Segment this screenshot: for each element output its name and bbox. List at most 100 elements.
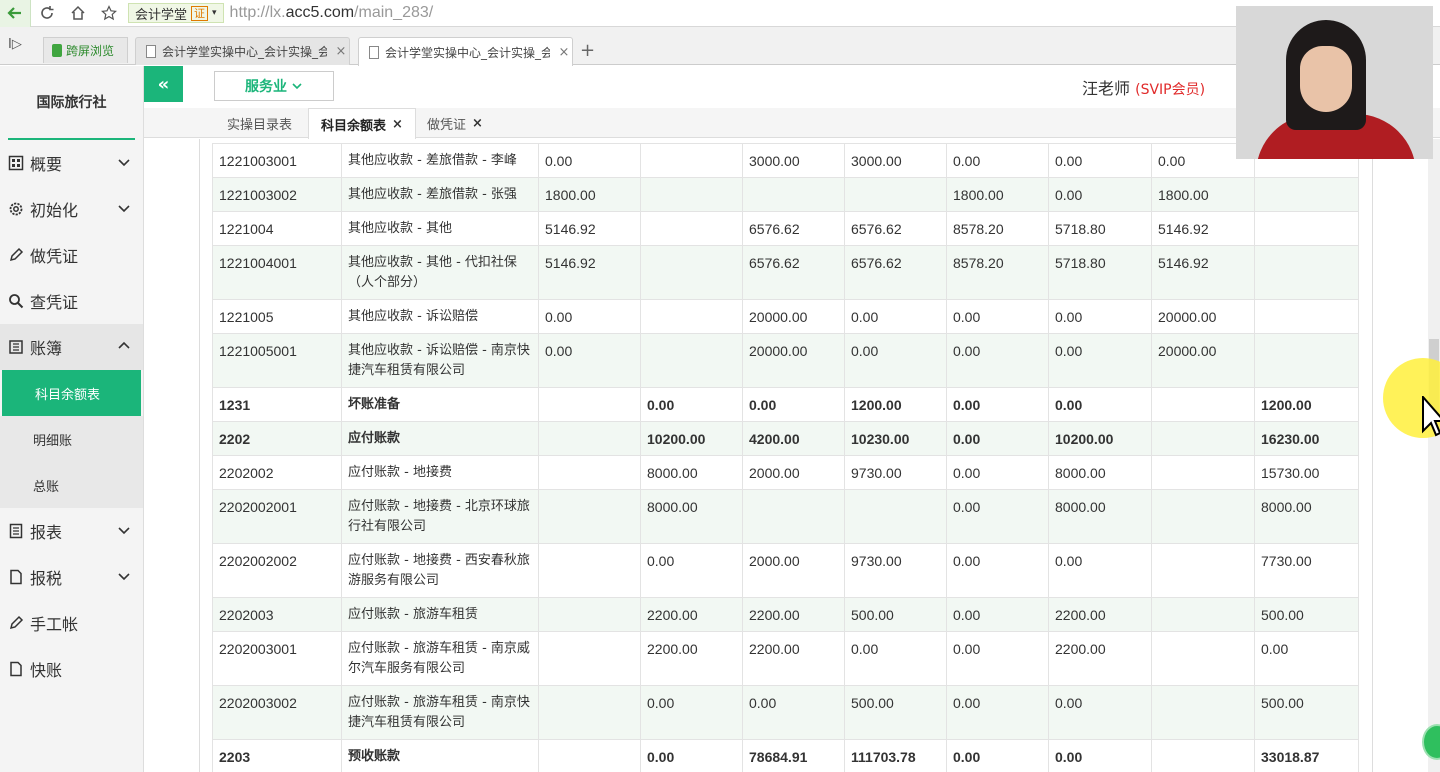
table-row[interactable]: 2202003 应付账款 - 旅游车租赁 2200.00 2200.00 500.00 0… [212,597,1359,632]
amount-cell [1254,177,1359,212]
collapse-sidebar-button[interactable]: « [144,66,183,102]
tab-balance-sheet[interactable]: 科目余额表 × [308,108,416,139]
chevron-down-icon [118,527,130,535]
amount-cell [1151,455,1255,490]
sidebar-item-tax[interactable]: 报税 [0,554,143,600]
table-row[interactable]: 1221003001 其他应收款 - 差旅借款 - 李峰 0.00 3000.00 30… [212,143,1359,178]
sidebar-item-overview[interactable]: 概要 [0,140,143,186]
industry-select[interactable]: 服务业 [214,71,334,101]
close-icon[interactable]: × [472,116,483,131]
amount-cell [742,489,845,544]
table-row[interactable]: 2203 预收账款 0.00 78684.91 111703.78 0.00 0.00 330… [212,739,1359,772]
tab-title: 会计学堂实操中心_会计实操_会计 [162,45,327,59]
amount-cell: 0.00 [946,597,1049,632]
table-row[interactable]: 1221004001 其他应收款 - 其他 - 代扣社保（人个部分） 5146.92… [212,245,1359,300]
table-row[interactable]: 1221005001 其他应收款 - 诉讼赔偿 - 南京快捷汽车租赁有限公司 0.0… [212,333,1359,388]
refresh-icon[interactable] [31,0,62,27]
sidebar-subitem-general-ledger[interactable]: 总账 [0,462,143,508]
amount-cell: 0.00 [538,299,641,334]
browser-tab-2[interactable]: 会计学堂实操中心_会计实操_会 × [358,37,573,66]
amount-cell [538,421,641,456]
close-icon[interactable]: × [556,45,572,60]
account-code: 1221005001 [212,333,342,388]
table-row[interactable]: 2202002 应付账款 - 地接费 8000.00 2000.00 9730.00 0.… [212,455,1359,490]
amount-cell: 1800.00 [946,177,1049,212]
url-field[interactable]: http://lx.acc5.com/main_283/ [230,4,434,22]
amount-cell: 0.00 [1048,739,1152,772]
user-name: 汪老师 [1082,79,1131,98]
browser-tab-1[interactable]: 会计学堂实操中心_会计实操_会计 × [135,37,350,65]
amount-cell: 5718.80 [1048,245,1152,300]
amount-cell: 15730.00 [1254,455,1359,490]
sidebar-toggle-icon[interactable]: I▷ [8,37,30,55]
amount-cell: 10230.00 [844,421,947,456]
user-info[interactable]: 汪老师 (SVIP会员) [1082,75,1205,99]
amount-cell: 111703.78 [844,739,947,772]
amount-cell: 9730.00 [844,455,947,490]
cert-badge: 证 [191,5,209,21]
account-code: 1221005 [212,299,342,334]
amount-cell: 2000.00 [742,543,845,598]
sidebar-item-quick-account[interactable]: 快账 [0,646,143,692]
cross-screen-tab[interactable]: 跨屏浏览 [43,37,128,63]
star-icon[interactable] [93,0,124,27]
sidebar-item-init[interactable]: 初始化 [0,186,143,232]
account-code: 1221003002 [212,177,342,212]
amount-cell: 5146.92 [538,245,641,300]
site-badge[interactable]: 会计学堂 证 ▾ [128,3,224,23]
main-content: 1221003001 其他应收款 - 差旅借款 - 李峰 0.00 3000.00 30… [144,139,1428,772]
sidebar-item-reports[interactable]: 报表 [0,508,143,554]
account-code: 1221004 [212,211,342,246]
table-row[interactable]: 1221005 其他应收款 - 诉讼赔偿 0.00 20000.00 0.00 0.00 0… [212,299,1359,334]
table-row[interactable]: 2202 应付账款 10200.00 4200.00 10230.00 0.00 10200… [212,421,1359,456]
sidebar-item-ledger[interactable]: 账簿 [0,324,143,370]
sidebar-subitem-balance-sheet[interactable]: 科目余额表 [2,370,141,416]
table-row[interactable]: 2202002001 应付账款 - 地接费 - 北京环球旅行社有限公司 8000.0… [212,489,1359,544]
home-icon[interactable] [62,0,93,27]
table-row[interactable]: 2202003002 应付账款 - 旅游车租赁 - 南京快捷汽车租赁有限公司 0.0… [212,685,1359,740]
balance-table: 1221003001 其他应收款 - 差旅借款 - 李峰 0.00 3000.00 30… [212,143,1359,772]
amount-cell: 20000.00 [742,333,845,388]
close-icon[interactable]: × [392,117,403,132]
amount-cell: 0.00 [946,143,1049,178]
amount-cell [1151,387,1255,422]
account-name: 其他应收款 - 差旅借款 - 李峰 [341,143,539,178]
amount-cell: 6576.62 [742,211,845,246]
table-row[interactable]: 2202003001 应付账款 - 旅游车租赁 - 南京威尔汽车服务有限公司 220… [212,631,1359,686]
account-name: 应付账款 - 旅游车租赁 - 南京威尔汽车服务有限公司 [341,631,539,686]
industry-label: 服务业 [245,79,287,95]
amount-cell [1151,489,1255,544]
amount-cell [640,245,743,300]
amount-cell [1254,245,1359,300]
vertical-scrollbar[interactable] [1428,139,1440,772]
sidebar-item-manual-account[interactable]: 手工帐 [0,600,143,646]
search-icon [8,293,24,309]
amount-cell: 2200.00 [742,631,845,686]
table-row[interactable]: 2202002002 应付账款 - 地接费 - 西安春秋旅游服务有限公司 0.00 2… [212,543,1359,598]
chevron-down-icon [292,83,302,90]
back-arrow-icon[interactable] [0,0,31,27]
table-row[interactable]: 1221003002 其他应收款 - 差旅借款 - 张强 1800.00 1800.0… [212,177,1359,212]
account-name: 应付账款 - 地接费 - 北京环球旅行社有限公司 [341,489,539,544]
tab-make-voucher[interactable]: 做凭证 × [415,108,495,138]
amount-cell: 0.00 [1048,177,1152,212]
new-tab-button[interactable]: + [580,40,595,61]
amount-cell: 0.00 [844,333,947,388]
amount-cell: 0.00 [844,631,947,686]
amount-cell [538,631,641,686]
table-row[interactable]: 1231 坏账准备 0.00 0.00 1200.00 0.00 0.00 1200.00 [212,387,1359,422]
amount-cell [538,685,641,740]
close-icon[interactable]: × [333,44,349,59]
amount-cell [1254,333,1359,388]
sidebar-item-make-voucher[interactable]: 做凭证 [0,232,143,278]
sidebar-item-label: 账簿 [30,339,63,358]
webcam-overlay [1236,6,1433,159]
pencil-icon [8,615,24,631]
amount-cell [538,387,641,422]
table-row[interactable]: 1221004 其他应收款 - 其他 5146.92 6576.62 6576.62 85… [212,211,1359,246]
mouse-cursor-icon [1422,396,1440,437]
sidebar-subitem-detail-ledger[interactable]: 明细账 [0,416,143,462]
sidebar-item-query-voucher[interactable]: 查凭证 [0,278,143,324]
tab-practice-catalog[interactable]: 实操目录表 [215,108,304,138]
amount-cell: 0.00 [538,333,641,388]
